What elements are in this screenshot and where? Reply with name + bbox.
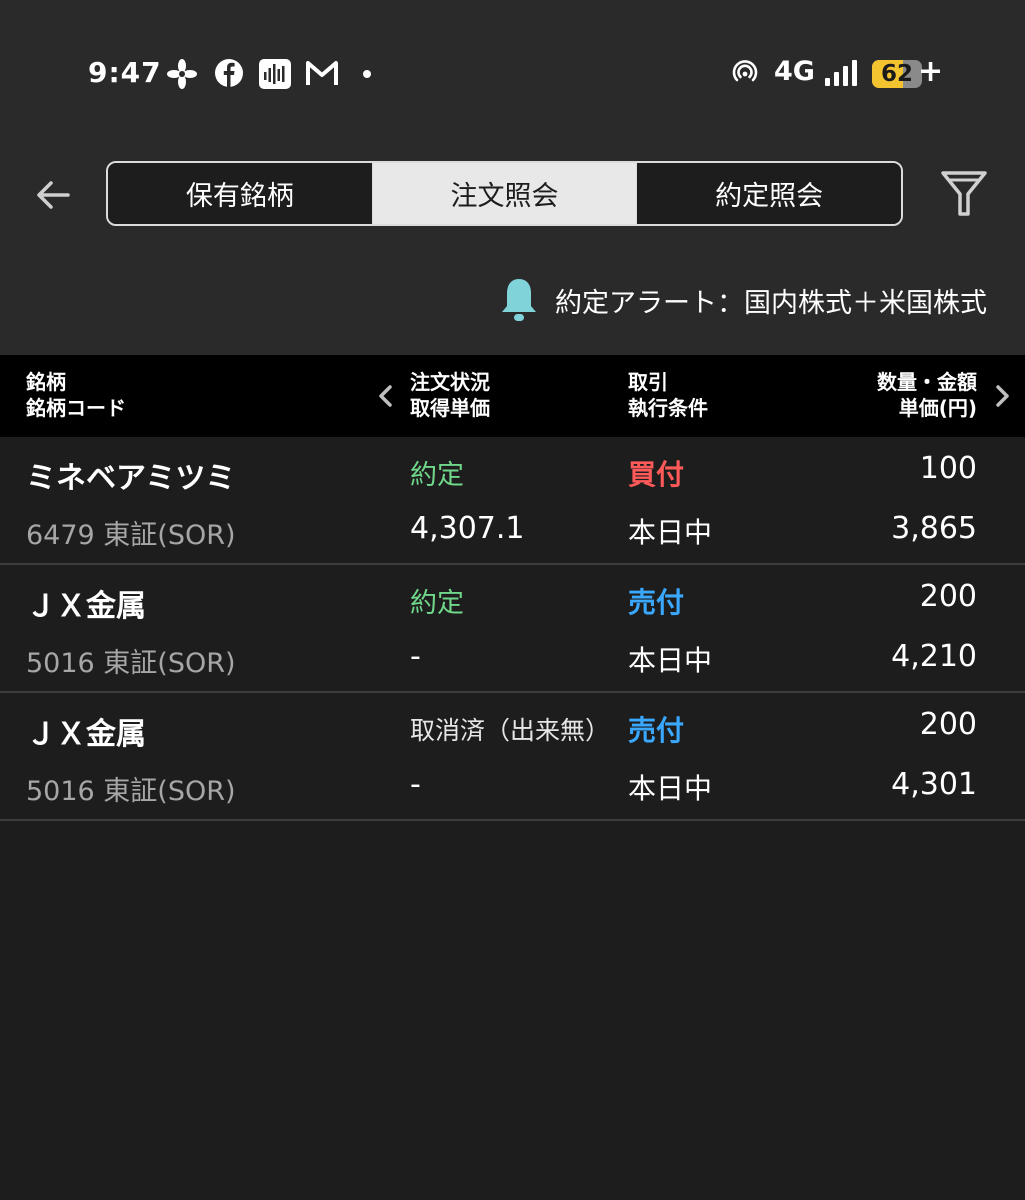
trade-side: 買付 [628, 458, 685, 491]
stock-name: ＪＸ金属 [26, 589, 146, 624]
header-order-status: 注文状況 取得単価 [410, 369, 490, 421]
trade-side: 売付 [628, 714, 685, 747]
acquisition-price: - [410, 767, 421, 802]
header-quantity-amount: 数量・金額 [877, 370, 977, 394]
header-unit-price: 単価(円) [898, 396, 977, 420]
bell-icon [502, 279, 536, 321]
facebook-icon [215, 59, 243, 87]
stock-code: 5016 東証(SOR) [26, 648, 236, 679]
hotspot-icon [732, 60, 758, 82]
header-stock-code: 銘柄コード [26, 396, 126, 420]
battery-indicator: 62 [872, 60, 922, 88]
unit-price: 4,210 [891, 639, 977, 674]
execution-condition: 本日中 [628, 516, 713, 549]
stock-name: ＪＸ金属 [26, 717, 146, 752]
quantity: 200 [919, 707, 977, 742]
notification-dot [363, 70, 371, 78]
header: 保有銘柄 注文照会 約定照会 約定アラート：国内株式＋米国株式 [0, 150, 1025, 355]
network-type: 4G [774, 56, 815, 87]
header-order-status-line1: 注文状況 [410, 370, 490, 394]
signal-icon [825, 60, 857, 86]
unit-price: 4,301 [891, 767, 977, 802]
trade-side: 売付 [628, 586, 685, 619]
stock-code: 6479 東証(SOR) [26, 520, 236, 551]
chevron-left-icon[interactable] [372, 382, 400, 410]
table-row[interactable]: ＪＸ金属 5016 東証(SOR) 約定 - 売付 本日中 200 4,210 [0, 565, 1025, 693]
header-stock: 銘柄 銘柄コード [26, 369, 126, 421]
chevron-right-icon[interactable] [988, 382, 1016, 410]
filter-icon[interactable] [938, 168, 990, 220]
execution-alert-link[interactable]: 約定アラート：国内株式＋米国株式 [499, 274, 987, 326]
header-trade-type: 取引 [628, 370, 668, 394]
tab-order-inquiry[interactable]: 注文照会 [371, 163, 637, 224]
quantity: 200 [919, 579, 977, 614]
acquisition-price: - [410, 639, 421, 674]
stock-name: ミネベアミツミ [26, 461, 236, 496]
table-row[interactable]: ミネベアミツミ 6479 東証(SOR) 約定 4,307.1 買付 本日中 1… [0, 437, 1025, 565]
back-arrow-icon[interactable] [30, 172, 76, 218]
order-status: 取消済（出来無） [410, 716, 611, 745]
segment-tabs: 保有銘柄 注文照会 約定照会 [106, 161, 903, 226]
status-bar: 9:47 4G 62 + [0, 0, 1025, 150]
header-acquisition-price: 取得単価 [410, 396, 490, 420]
order-status: 約定 [410, 460, 464, 491]
table-row[interactable]: ＪＸ金属 5016 東証(SOR) 取消済（出来無） - 売付 本日中 200 … [0, 693, 1025, 821]
unit-price: 3,865 [891, 511, 977, 546]
gmail-icon [306, 61, 338, 85]
header-execution-condition: 執行条件 [628, 396, 708, 420]
order-status: 約定 [410, 588, 464, 619]
battery-charging-plus: + [918, 54, 944, 89]
header-stock-name: 銘柄 [26, 370, 66, 394]
tab-execution-inquiry[interactable]: 約定照会 [636, 163, 901, 224]
pinwheel-icon [167, 59, 197, 89]
execution-alert-text: 約定アラート：国内株式＋米国株式 [555, 287, 987, 319]
status-time: 9:47 [88, 56, 162, 89]
table-header: 銘柄 銘柄コード 注文状況 取得単価 取引 執行条件 数量・金額 単価(円) [0, 355, 1025, 437]
voice-recorder-icon [259, 59, 291, 89]
execution-condition: 本日中 [628, 644, 713, 677]
execution-condition: 本日中 [628, 772, 713, 805]
header-trade: 取引 執行条件 [628, 369, 708, 421]
stock-code: 5016 東証(SOR) [26, 776, 236, 807]
acquisition-price: 4,307.1 [410, 511, 525, 546]
order-inquiry-screen: 9:47 4G 62 + 保有銘柄 注文照会 約定照会 約定アラート：国内株式＋… [0, 0, 1025, 1200]
quantity: 100 [919, 451, 977, 486]
tab-holdings[interactable]: 保有銘柄 [108, 163, 372, 224]
header-quantity: 数量・金額 単価(円) [877, 369, 977, 421]
battery-level: 62 [880, 61, 913, 87]
